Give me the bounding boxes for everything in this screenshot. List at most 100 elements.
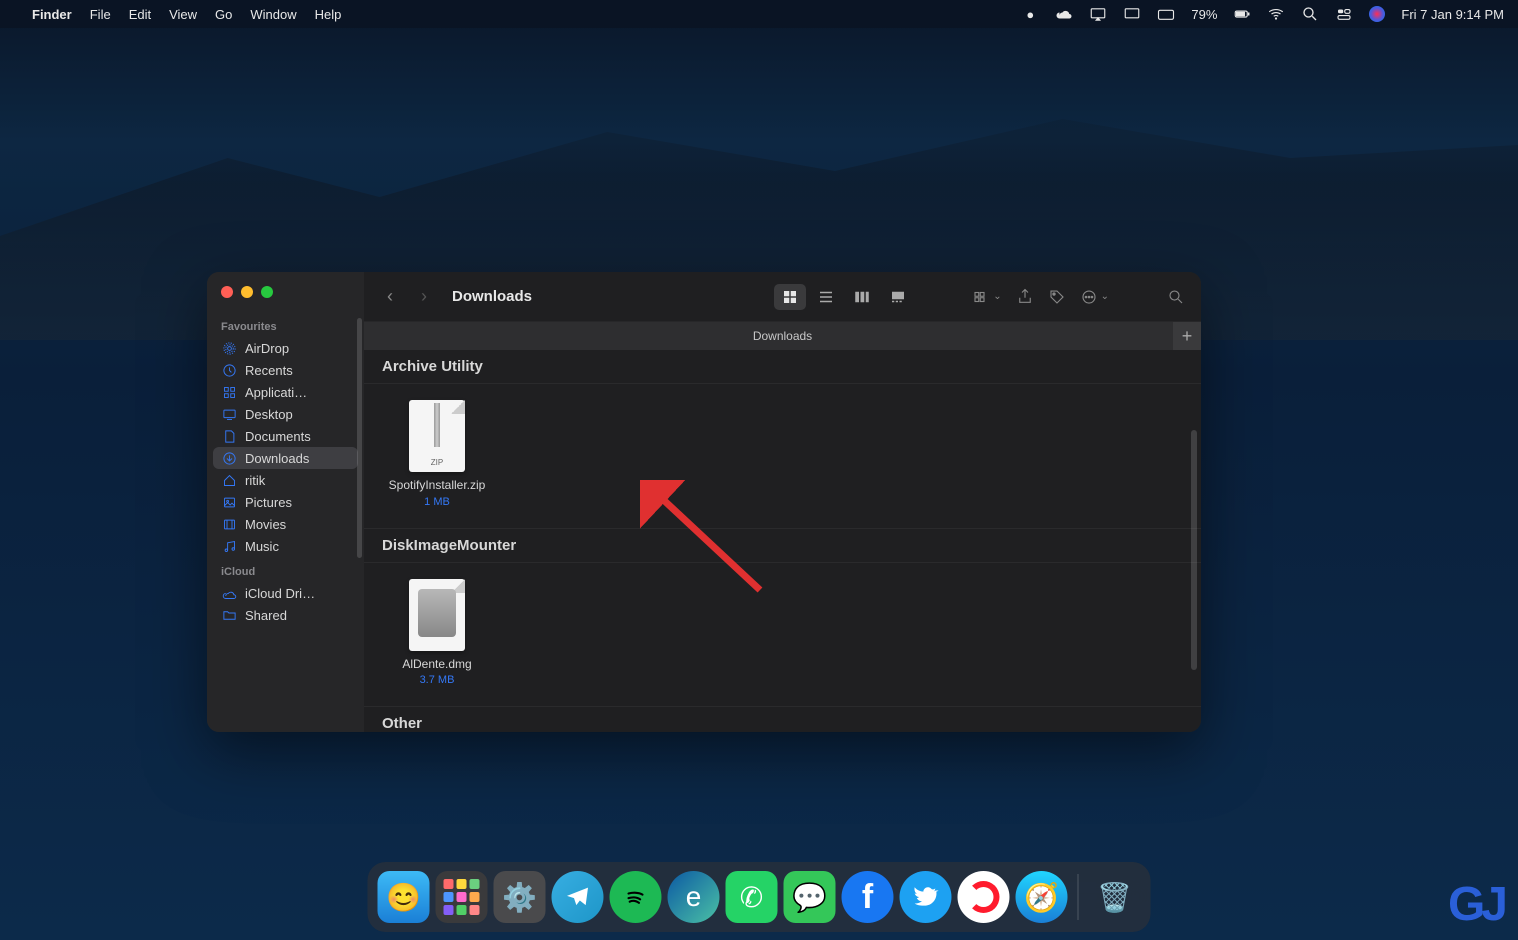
group-header[interactable]: DiskImageMounter [364,529,1201,563]
minimize-button[interactable] [241,286,253,298]
group-button[interactable]: ⌄ [972,288,1001,306]
grid-icon [221,384,237,400]
siri-icon[interactable] [1369,6,1385,22]
action-button[interactable]: ⌄ [1080,288,1109,306]
dock-edge[interactable]: e [668,871,720,923]
window-title: Downloads [452,288,532,305]
dock-spotify[interactable] [610,871,662,923]
sidebar-item-movies[interactable]: Movies [207,513,364,535]
dock-twitter[interactable] [900,871,952,923]
file-item[interactable]: AlDente.dmg3.7 MB [382,579,492,687]
search-button[interactable] [1167,288,1185,306]
sidebar-item-iclouddri[interactable]: iCloud Dri… [207,582,364,604]
menu-view[interactable]: View [169,7,197,22]
dock-separator [1078,874,1079,920]
datetime[interactable]: Fri 7 Jan 9:14 PM [1401,7,1504,22]
app-name[interactable]: Finder [32,7,72,22]
icon-view-button[interactable] [774,284,806,310]
dock-telegram[interactable] [552,871,604,923]
finder-window: FavouritesAirDropRecentsApplicati…Deskto… [207,272,1201,732]
dock-launchpad[interactable] [436,871,488,923]
sidebar-scrollbar[interactable] [357,318,362,558]
sidebar-section-label: iCloud [207,562,364,582]
cloud-icon [221,585,237,601]
window-controls [207,282,364,312]
menubar: Finder File Edit View Go Window Help ● 7… [0,0,1518,28]
sidebar-item-label: Movies [245,517,286,532]
sidebar-item-label: Recents [245,363,293,378]
sidebar-item-label: Documents [245,429,311,444]
file-icon [409,579,465,651]
maximize-button[interactable] [261,286,273,298]
group-header[interactable]: Archive Utility [364,350,1201,384]
sidebar-item-label: ritik [245,473,265,488]
pathbar-location[interactable]: Downloads [753,329,812,343]
menu-file[interactable]: File [90,7,111,22]
sidebar-item-label: Desktop [245,407,293,422]
close-button[interactable] [221,286,233,298]
film-icon [221,516,237,532]
sidebar-item-applicati[interactable]: Applicati… [207,381,364,403]
airdrop-icon [221,340,237,356]
status-display-icon[interactable] [1123,5,1141,23]
sidebar-item-pictures[interactable]: Pictures [207,491,364,513]
dock-whatsapp[interactable]: ✆ [726,871,778,923]
dock-opera[interactable] [958,871,1010,923]
gallery-view-button[interactable] [882,284,914,310]
dock-finder[interactable]: 😊 [378,871,430,923]
status-airplay-icon[interactable] [1089,5,1107,23]
sidebar-item-shared[interactable]: Shared [207,604,364,626]
list-view-button[interactable] [810,284,842,310]
share-button[interactable] [1016,288,1034,306]
battery-percent[interactable]: 79% [1191,7,1217,22]
content-scrollbar[interactable] [1191,430,1197,670]
sidebar-item-label: Shared [245,608,287,623]
desktop-icon [221,406,237,422]
file-name: SpotifyInstaller.zip [389,478,486,494]
dock-messages[interactable]: 💬 [784,871,836,923]
file-name: AlDente.dmg [402,657,471,673]
sidebar-item-airdrop[interactable]: AirDrop [207,337,364,359]
column-view-button[interactable] [846,284,878,310]
file-list: Archive Utility SpotifyInstaller.zip1 MB D… [364,350,1201,732]
dock-settings[interactable]: ⚙️ [494,871,546,923]
forward-button[interactable]: › [414,286,434,307]
group-files: SpotifyInstaller.zip1 MB [364,384,1201,529]
menu-edit[interactable]: Edit [129,7,151,22]
file-item[interactable]: SpotifyInstaller.zip1 MB [382,400,492,508]
dock: 😊 ⚙️ e ✆ 💬 f 🧭 🗑️ [368,862,1151,932]
sidebar-item-music[interactable]: Music [207,535,364,557]
control-center-icon[interactable] [1335,5,1353,23]
battery-icon[interactable] [1233,5,1251,23]
wifi-icon[interactable] [1267,5,1285,23]
file-size: 3.7 MB [420,674,455,686]
status-keyboard-icon[interactable] [1157,5,1175,23]
dock-facebook[interactable]: f [842,871,894,923]
tag-button[interactable] [1048,288,1066,306]
status-dot-icon[interactable]: ● [1021,5,1039,23]
sidebar-item-documents[interactable]: Documents [207,425,364,447]
menu-help[interactable]: Help [315,7,342,22]
image-icon [221,494,237,510]
sidebar-item-label: Applicati… [245,385,307,400]
sidebar-item-label: Downloads [245,451,309,466]
sidebar-item-recents[interactable]: Recents [207,359,364,381]
sidebar-item-downloads[interactable]: Downloads [213,447,358,469]
add-tab-button[interactable]: + [1173,322,1201,350]
pathbar: Downloads + [364,322,1201,350]
menu-window[interactable]: Window [250,7,296,22]
clock-icon [221,362,237,378]
spotlight-icon[interactable] [1301,5,1319,23]
back-button[interactable]: ‹ [380,286,400,307]
status-cloud-icon[interactable] [1055,5,1073,23]
sidebar-item-desktop[interactable]: Desktop [207,403,364,425]
dock-safari[interactable]: 🧭 [1016,871,1068,923]
sidebar-item-label: Pictures [245,495,292,510]
sidebar: FavouritesAirDropRecentsApplicati…Deskto… [207,272,364,732]
content-area: ‹ › Downloads ⌄ ⌄ Downloads + A [364,272,1201,732]
dock-trash[interactable]: 🗑️ [1089,871,1141,923]
sidebar-item-ritik[interactable]: ritik [207,469,364,491]
sidebar-item-label: Music [245,539,279,554]
menu-go[interactable]: Go [215,7,232,22]
group-header[interactable]: Other [364,707,1201,732]
